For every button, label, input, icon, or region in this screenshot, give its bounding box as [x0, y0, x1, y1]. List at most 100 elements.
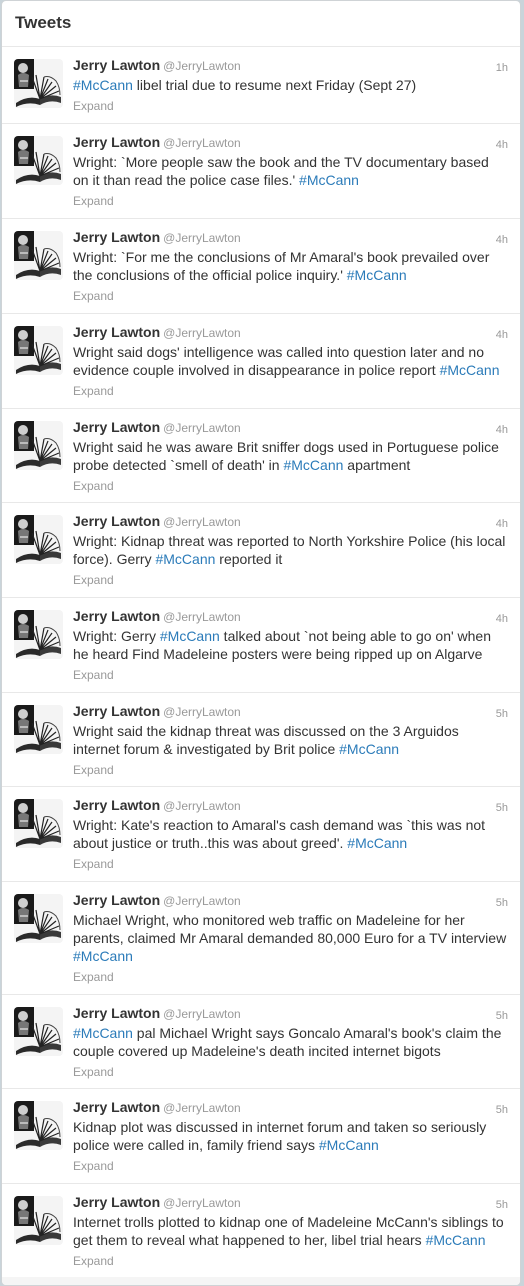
tweet-item[interactable]: Jerry Lawton @JerryLawton 4h Wright said do…	[2, 314, 520, 409]
expand-link[interactable]: Expand	[73, 193, 508, 209]
author-name[interactable]: Jerry Lawton	[73, 703, 160, 719]
author-name[interactable]: Jerry Lawton	[73, 608, 160, 624]
avatar[interactable]	[14, 1007, 63, 1056]
author-handle[interactable]: @JerryLawton	[163, 1101, 241, 1115]
tweet-content: Jerry Lawton @JerryLawton 5h #McCann pal Mi…	[73, 1003, 508, 1080]
expand-link[interactable]: Expand	[73, 288, 508, 304]
tweet-item[interactable]: Jerry Lawton @JerryLawton 1h #McCann libel …	[2, 47, 520, 124]
author-name[interactable]: Jerry Lawton	[73, 134, 160, 150]
author-name[interactable]: Jerry Lawton	[73, 229, 160, 245]
author-name[interactable]: Jerry Lawton	[73, 419, 160, 435]
tweet-item[interactable]: Jerry Lawton @JerryLawton 5h Wright: Kate's…	[2, 787, 520, 882]
avatar[interactable]	[14, 231, 63, 280]
expand-link[interactable]: Expand	[73, 762, 508, 778]
author-handle[interactable]: @JerryLawton	[163, 421, 241, 435]
author-name[interactable]: Jerry Lawton	[73, 1194, 160, 1210]
author-handle[interactable]: @JerryLawton	[163, 515, 241, 529]
timestamp[interactable]: 4h	[496, 230, 508, 250]
expand-link[interactable]: Expand	[73, 856, 508, 872]
timestamp[interactable]: 5h	[496, 893, 508, 913]
expand-link[interactable]: Expand	[73, 478, 508, 494]
author-handle[interactable]: @JerryLawton	[163, 610, 241, 624]
avatar[interactable]	[14, 894, 63, 943]
expand-link[interactable]: Expand	[73, 1253, 508, 1269]
hashtag-link[interactable]: #McCann	[73, 948, 133, 964]
timestamp[interactable]: 5h	[496, 1195, 508, 1215]
tweet-item[interactable]: Jerry Lawton @JerryLawton 4h Wright: `For m…	[2, 219, 520, 314]
expand-link[interactable]: Expand	[73, 383, 508, 399]
tweet-item[interactable]: Jerry Lawton @JerryLawton 4h Wright: `More …	[2, 124, 520, 219]
tweet-item[interactable]: Jerry Lawton @JerryLawton 5h Internet troll…	[2, 1184, 520, 1278]
expand-link[interactable]: Expand	[73, 667, 508, 683]
hashtag-link[interactable]: #McCann	[347, 835, 407, 851]
tweet-content: Jerry Lawton @JerryLawton 1h #McCann libel …	[73, 55, 508, 114]
expand-link[interactable]: Expand	[73, 969, 508, 985]
author-name[interactable]: Jerry Lawton	[73, 797, 160, 813]
author-name[interactable]: Jerry Lawton	[73, 324, 160, 340]
expand-link[interactable]: Expand	[73, 1158, 508, 1174]
hashtag-link[interactable]: #McCann	[339, 741, 399, 757]
hashtag-link[interactable]: #McCann	[283, 457, 343, 473]
tweet-header-row: Jerry Lawton @JerryLawton 4h	[73, 606, 508, 626]
avatar[interactable]	[14, 705, 63, 754]
author-handle[interactable]: @JerryLawton	[163, 799, 241, 813]
timestamp[interactable]: 5h	[496, 798, 508, 818]
tweet-item[interactable]: Jerry Lawton @JerryLawton 5h #McCann pal Mi…	[2, 995, 520, 1089]
tweet-item[interactable]: Jerry Lawton @JerryLawton 4h Wright said he…	[2, 409, 520, 503]
tweet-item[interactable]: Jerry Lawton @JerryLawton 4h Wright: Gerry …	[2, 598, 520, 693]
expand-link[interactable]: Expand	[73, 572, 508, 588]
timestamp[interactable]: 5h	[496, 704, 508, 724]
avatar[interactable]	[14, 1196, 63, 1245]
hashtag-link[interactable]: #McCann	[299, 172, 359, 188]
timestamp[interactable]: 4h	[496, 325, 508, 345]
expand-link[interactable]: Expand	[73, 1064, 508, 1080]
hashtag-link[interactable]: #McCann	[440, 362, 500, 378]
hashtag-link[interactable]: #McCann	[160, 628, 220, 644]
author-handle[interactable]: @JerryLawton	[163, 326, 241, 340]
timestamp[interactable]: 5h	[496, 1006, 508, 1026]
author-handle[interactable]: @JerryLawton	[163, 231, 241, 245]
timestamp[interactable]: 1h	[496, 58, 508, 78]
tweet-item[interactable]: Jerry Lawton @JerryLawton 4h Wright: Kidnap…	[2, 503, 520, 598]
timestamp[interactable]: 4h	[496, 609, 508, 629]
tweet-item[interactable]: Jerry Lawton @JerryLawton 5h Michael Wright…	[2, 882, 520, 995]
author-handle[interactable]: @JerryLawton	[163, 1007, 241, 1021]
author-handle[interactable]: @JerryLawton	[163, 59, 241, 73]
hashtag-link[interactable]: #McCann	[155, 551, 215, 567]
author-name[interactable]: Jerry Lawton	[73, 1005, 160, 1021]
timestamp[interactable]: 5h	[496, 1100, 508, 1120]
tweet-content: Jerry Lawton @JerryLawton 4h Wright: `For m…	[73, 227, 508, 304]
author-handle[interactable]: @JerryLawton	[163, 894, 241, 908]
timestamp[interactable]: 4h	[496, 420, 508, 440]
avatar[interactable]	[14, 421, 63, 470]
tweet-item[interactable]: Jerry Lawton @JerryLawton 5h Kidnap plot wa…	[2, 1089, 520, 1184]
timestamp[interactable]: 4h	[496, 514, 508, 534]
avatar[interactable]	[14, 59, 63, 108]
author-name[interactable]: Jerry Lawton	[73, 57, 160, 73]
tweets-panel: Tweets Jerry Lawton @JerryLawton 1h #McCann…	[1, 0, 521, 1286]
hashtag-link[interactable]: #McCann	[426, 1232, 486, 1248]
hashtag-link[interactable]: #McCann	[73, 1025, 133, 1041]
expand-link[interactable]: Expand	[73, 98, 508, 114]
hashtag-link[interactable]: #McCann	[73, 77, 133, 93]
author-handle[interactable]: @JerryLawton	[163, 705, 241, 719]
avatar[interactable]	[14, 610, 63, 659]
author-name[interactable]: Jerry Lawton	[73, 1099, 160, 1115]
author-handle[interactable]: @JerryLawton	[163, 136, 241, 150]
author-handle[interactable]: @JerryLawton	[163, 1196, 241, 1210]
tweets-header: Tweets	[2, 1, 520, 47]
avatar[interactable]	[14, 515, 63, 564]
author-name[interactable]: Jerry Lawton	[73, 892, 160, 908]
tweet-text: Wright said he was aware Brit sniffer do…	[73, 438, 508, 474]
tweet-item[interactable]: Jerry Lawton @JerryLawton 5h Wright said th…	[2, 693, 520, 787]
avatar[interactable]	[14, 1101, 63, 1150]
avatar[interactable]	[14, 326, 63, 375]
tweet-text: Kidnap plot was discussed in internet fo…	[73, 1118, 508, 1154]
author-name[interactable]: Jerry Lawton	[73, 513, 160, 529]
hashtag-link[interactable]: #McCann	[319, 1137, 379, 1153]
avatar[interactable]	[14, 799, 63, 848]
tweet-text: #McCann pal Michael Wright says Goncalo …	[73, 1024, 508, 1060]
timestamp[interactable]: 4h	[496, 135, 508, 155]
hashtag-link[interactable]: #McCann	[347, 267, 407, 283]
avatar[interactable]	[14, 136, 63, 185]
